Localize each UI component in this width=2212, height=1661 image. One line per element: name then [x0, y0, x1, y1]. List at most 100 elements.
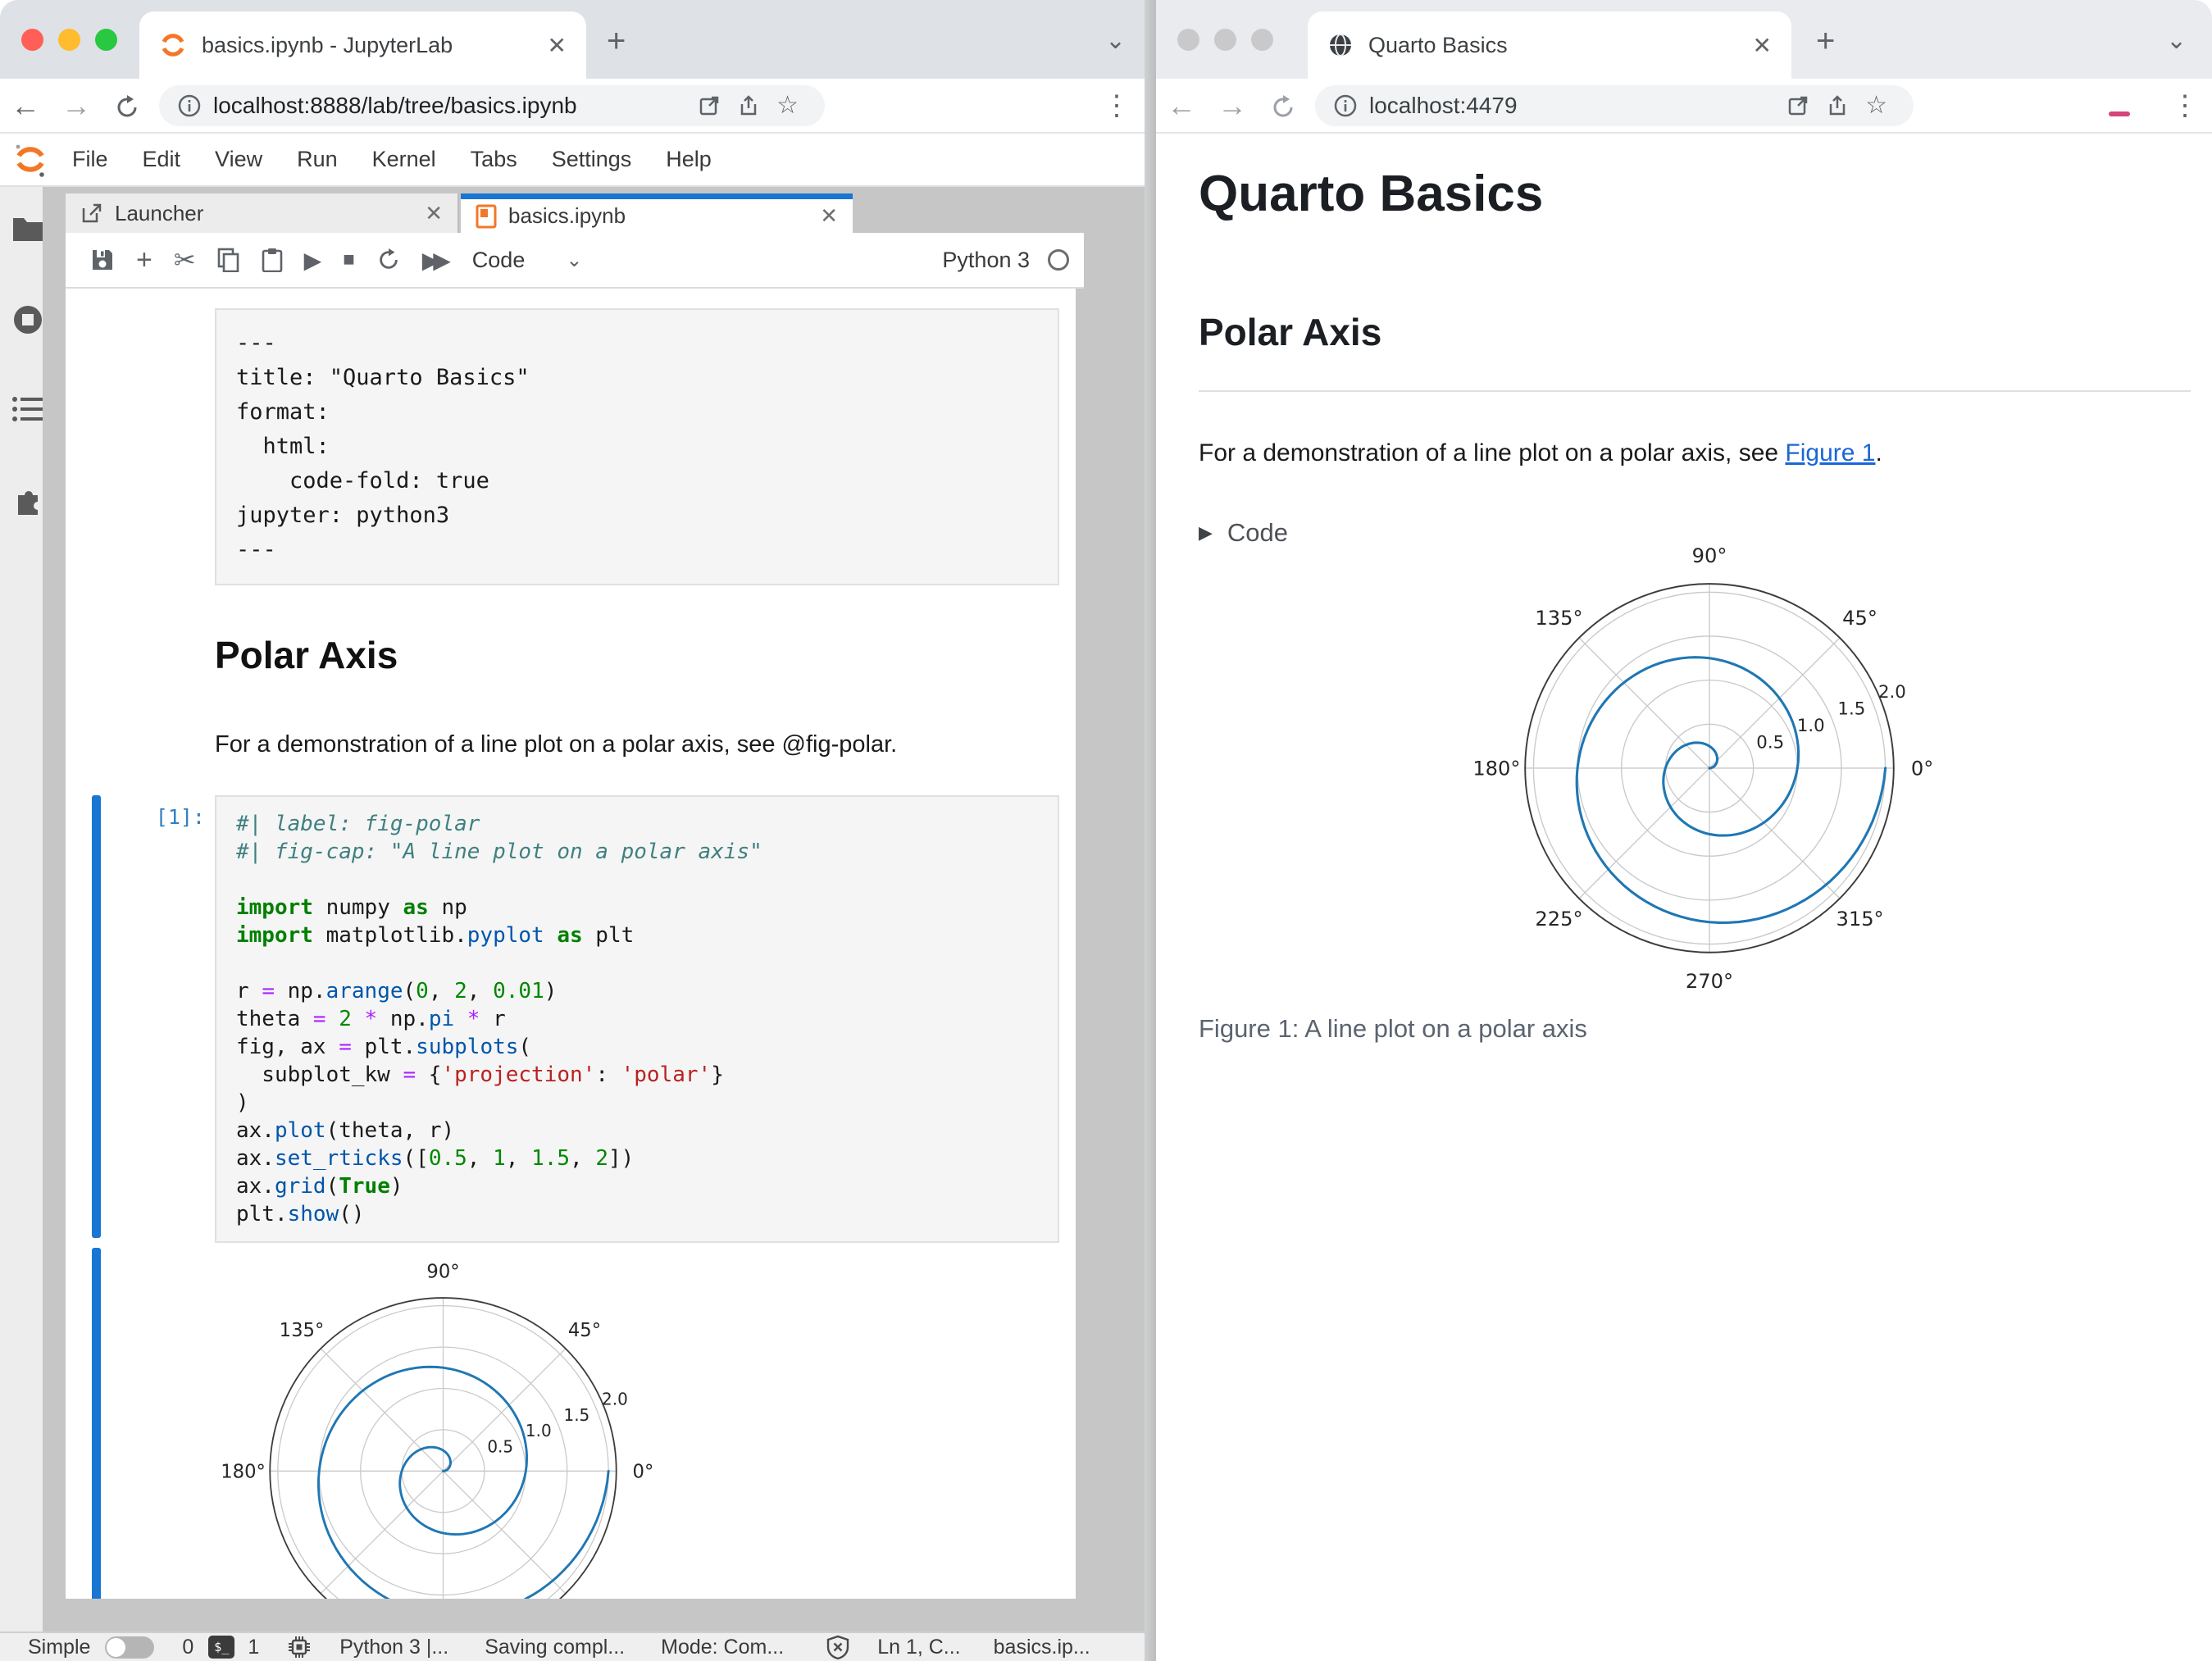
- save-icon[interactable]: [90, 248, 115, 272]
- back-icon[interactable]: ←: [1156, 89, 1207, 123]
- figure-link[interactable]: Figure 1: [1785, 439, 1875, 466]
- macos-traffic-lights[interactable]: [21, 29, 117, 51]
- globe-favicon: [1330, 34, 1351, 57]
- tab-launcher[interactable]: Launcher ✕: [66, 193, 459, 233]
- minimize-window-button[interactable]: [1214, 29, 1236, 51]
- svg-text:180°: 180°: [221, 1461, 266, 1482]
- bookmark-star-icon[interactable]: ☆: [1865, 91, 1887, 120]
- browser-window-quarto: Quarto Basics ✕ + ⌄ ← → localhost:4479 ☆…: [1156, 0, 2212, 1661]
- menubar-item-tabs[interactable]: Tabs: [471, 147, 517, 172]
- new-tab-button[interactable]: +: [607, 25, 626, 57]
- tab-close-icon[interactable]: ✕: [523, 32, 567, 59]
- reload-icon[interactable]: [102, 89, 152, 123]
- site-info-icon[interactable]: [177, 93, 202, 118]
- insert-cell-icon[interactable]: +: [136, 244, 152, 276]
- input-collapser[interactable]: [92, 795, 101, 1238]
- cursor-position[interactable]: Ln 1, C...: [877, 1636, 960, 1659]
- document-tabbar: Launcher ✕ basics.ipynb ✕: [66, 193, 1084, 233]
- svg-text:0°: 0°: [633, 1461, 654, 1482]
- kernel-count: 1: [248, 1635, 260, 1659]
- markdown-heading: Polar Axis: [215, 634, 398, 676]
- share-icon[interactable]: [737, 94, 760, 117]
- cell-type-chevron-icon[interactable]: ⌄: [566, 248, 582, 272]
- notebook-scroll-area[interactable]: --- title: "Quarto Basics" format: html: c…: [66, 289, 1076, 1599]
- running-kernels-icon[interactable]: [11, 303, 44, 336]
- jupyterlab-main: Launcher ✕ basics.ipynb ✕ + ✂ ▶ ■ ▶▶ Cod…: [0, 187, 1145, 1631]
- restart-kernel-icon[interactable]: [376, 248, 401, 272]
- menubar-item-run[interactable]: Run: [297, 147, 338, 172]
- restart-run-all-icon[interactable]: ▶▶: [422, 247, 451, 274]
- copy-cells-icon[interactable]: [217, 248, 240, 272]
- new-tab-button[interactable]: +: [1816, 25, 1835, 57]
- open-in-new-icon[interactable]: [1786, 94, 1809, 117]
- polar-plot-figure: 0.5 1.0 1.5 2.0 0° 45° 90° 135° 180° 225° 270° 315°: [1472, 529, 1947, 1004]
- svg-text:45°: 45°: [568, 1320, 601, 1341]
- tab-search-chevron-icon[interactable]: ⌄: [1105, 26, 1126, 55]
- tab-launcher-close-icon[interactable]: ✕: [425, 201, 443, 226]
- tab-notebook[interactable]: basics.ipynb ✕: [461, 193, 853, 233]
- polar-plot-output: 0.51.01.52.00°45°90°135°180°225°270°315°: [220, 1246, 667, 1599]
- tab-notebook-close-icon[interactable]: ✕: [820, 203, 838, 229]
- macos-traffic-lights[interactable]: [1177, 29, 1273, 51]
- table-of-contents-icon[interactable]: [11, 395, 44, 423]
- open-in-new-icon[interactable]: [698, 94, 721, 117]
- reload-icon[interactable]: [1258, 89, 1309, 123]
- close-window-button[interactable]: [1177, 29, 1199, 51]
- terminal-count: 0: [182, 1635, 194, 1659]
- screenshot-root: basics.ipynb - JupyterLab ✕ + ⌄ ← → loca…: [0, 0, 2212, 1661]
- jupyterlab-activity-bar: [0, 187, 54, 1631]
- kernel-status-text[interactable]: Python 3 |...: [339, 1636, 448, 1659]
- browser-menu-icon[interactable]: ⋮: [1103, 89, 1131, 122]
- mode-indicator[interactable]: Mode: Com...: [661, 1636, 784, 1659]
- share-icon[interactable]: [1826, 94, 1849, 117]
- stop-kernel-icon[interactable]: ■: [343, 248, 355, 271]
- browser-tabstrip: Quarto Basics ✕ + ⌄: [1156, 0, 2212, 79]
- browser-tab-jupyterlab[interactable]: basics.ipynb - JupyterLab ✕: [139, 11, 586, 79]
- minimize-window-button[interactable]: [58, 29, 80, 51]
- output-collapser[interactable]: [92, 1248, 101, 1599]
- tab-title: basics.ipynb - JupyterLab: [202, 32, 453, 57]
- raw-yaml-cell[interactable]: --- title: "Quarto Basics" format: html: c…: [215, 308, 1059, 585]
- browser-tab-quarto[interactable]: Quarto Basics ✕: [1308, 11, 1791, 79]
- forward-icon[interactable]: →: [51, 89, 102, 123]
- menubar-item-edit[interactable]: Edit: [143, 147, 181, 172]
- jupyterlab-statusbar: Simple 0 $_ 1 Python 3 |... Saving compl…: [0, 1631, 1145, 1661]
- section-heading: Polar Axis: [1199, 311, 1382, 353]
- menubar-item-settings[interactable]: Settings: [552, 147, 632, 172]
- address-bar[interactable]: localhost:4479 ☆: [1315, 84, 1914, 126]
- kernel-name[interactable]: Python 3: [942, 248, 1030, 273]
- paste-cells-icon[interactable]: [262, 248, 283, 272]
- menubar-item-file[interactable]: File: [72, 147, 108, 172]
- zoom-window-button[interactable]: [95, 29, 117, 51]
- zoom-window-button[interactable]: [1251, 29, 1273, 51]
- file-browser-icon[interactable]: [11, 215, 44, 243]
- code-cell[interactable]: #| label: fig-polar #| fig-cap: "A line p…: [215, 795, 1059, 1243]
- bookmark-star-icon[interactable]: ☆: [776, 91, 799, 120]
- svg-text:180°: 180°: [1472, 758, 1520, 780]
- tab-search-chevron-icon[interactable]: ⌄: [2166, 26, 2187, 55]
- cell-type-dropdown[interactable]: Code: [472, 248, 526, 273]
- simple-mode-toggle[interactable]: [105, 1636, 155, 1659]
- svg-text:1.5: 1.5: [563, 1405, 589, 1425]
- close-window-button[interactable]: [21, 29, 43, 51]
- menubar-item-view[interactable]: View: [215, 147, 262, 172]
- svg-text:45°: 45°: [1842, 607, 1877, 630]
- menubar-item-kernel[interactable]: Kernel: [372, 147, 436, 172]
- trust-shield-icon: [826, 1635, 849, 1659]
- notebook-toolbar: + ✂ ▶ ■ ▶▶ Code ⌄ Python 3: [66, 233, 1084, 289]
- menubar-item-help[interactable]: Help: [666, 147, 712, 172]
- address-bar[interactable]: localhost:8888/lab/tree/basics.ipynb ☆: [159, 84, 825, 126]
- kernel-status-icon[interactable]: [1048, 249, 1069, 271]
- back-icon[interactable]: ←: [0, 89, 51, 123]
- svg-text:90°: 90°: [426, 1262, 459, 1283]
- jupyterlab-menubar: File Edit View Run Kernel Tabs Settings …: [0, 134, 1145, 187]
- disclosure-triangle-icon: ▶: [1199, 522, 1213, 543]
- site-info-icon[interactable]: [1333, 93, 1358, 118]
- run-cell-icon[interactable]: ▶: [304, 247, 322, 274]
- browser-menu-icon[interactable]: ⋮: [2171, 89, 2199, 122]
- forward-icon[interactable]: →: [1207, 89, 1258, 123]
- url-text: localhost:4479: [1369, 92, 1518, 118]
- extension-manager-icon[interactable]: [11, 484, 44, 517]
- tab-close-icon[interactable]: ✕: [1728, 32, 1772, 59]
- cut-cells-icon[interactable]: ✂: [174, 244, 196, 275]
